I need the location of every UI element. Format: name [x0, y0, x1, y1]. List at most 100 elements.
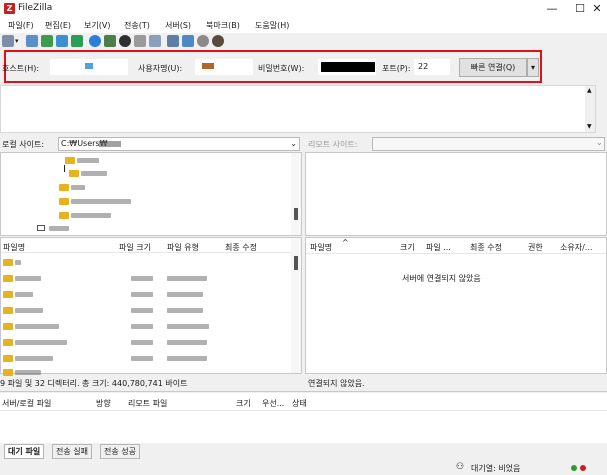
tab-failed-transfers[interactable]: 전송 실패 — [52, 444, 92, 459]
quickconnect-dropdown-button[interactable]: ▾ — [527, 58, 539, 77]
table-row[interactable] — [15, 260, 21, 265]
col-modified[interactable]: 최종 수정 — [470, 242, 502, 253]
filezilla-logo-icon: Z — [4, 3, 15, 14]
col-remote-file[interactable]: 리모트 파일 — [128, 398, 167, 409]
reconnect-icon[interactable] — [149, 35, 161, 47]
menu-server[interactable]: 서버(S) — [165, 20, 191, 31]
col-priority[interactable]: 우선... — [262, 398, 284, 409]
folder-icon — [3, 323, 13, 330]
table-row-cell — [167, 308, 203, 313]
menu-bookmarks[interactable]: 북마크(B) — [206, 20, 240, 31]
table-row[interactable] — [15, 356, 53, 361]
col-size[interactable]: 크기 — [400, 242, 415, 253]
scroll-down-arrow-icon[interactable]: ▼ — [587, 123, 592, 130]
tree-item-label[interactable] — [77, 158, 99, 163]
directory-filter-icon[interactable] — [167, 35, 179, 47]
menu-edit[interactable]: 편집(E) — [45, 20, 71, 31]
toggle-local-tree-icon[interactable] — [41, 35, 53, 47]
col-size[interactable]: 크기 — [236, 398, 251, 409]
folder-icon — [69, 170, 79, 177]
host-label: 호스트(H): — [2, 64, 40, 73]
local-site-path-input[interactable]: C:₩Users₩ ⌄ — [58, 137, 300, 151]
refresh-icon[interactable] — [89, 35, 101, 47]
table-row-cell — [167, 324, 209, 329]
local-path-dropdown-icon[interactable]: ⌄ — [290, 138, 297, 150]
window-title: FileZilla — [18, 3, 53, 13]
host-input[interactable] — [50, 59, 128, 75]
folder-icon — [3, 291, 13, 298]
sync-browsing-icon[interactable] — [197, 35, 209, 47]
table-row-cell — [131, 308, 153, 313]
disconnect-icon[interactable] — [134, 35, 146, 47]
col-filetype[interactable]: 파일 ... — [426, 242, 451, 253]
remote-site-path-input[interactable] — [372, 137, 605, 151]
table-row[interactable] — [15, 324, 59, 329]
local-status-text: 9 파일 및 32 디렉터리. 총 크기: 440,780,741 바이트 — [0, 379, 188, 388]
username-input[interactable] — [195, 59, 253, 75]
local-directory-tree: I — [0, 152, 302, 236]
toggle-remote-tree-icon[interactable] — [56, 35, 68, 47]
menu-file[interactable]: 파일(F) — [8, 20, 34, 31]
tab-queued-files[interactable]: 대기 파일 — [4, 444, 45, 459]
tab-successful-transfers[interactable]: 전송 성공 — [100, 444, 140, 459]
port-input[interactable]: 22 — [414, 59, 450, 75]
remote-status-text: 연결되지 않았음. — [308, 379, 365, 388]
tree-item-label[interactable] — [49, 226, 69, 231]
menu-help[interactable]: 도움말(H) — [255, 20, 289, 31]
message-log-scrollbar[interactable]: ▲ ▼ — [585, 86, 595, 132]
scroll-thumb[interactable] — [294, 208, 298, 220]
table-row[interactable] — [15, 276, 41, 281]
toggle-message-log-icon[interactable] — [26, 35, 38, 47]
scroll-thumb[interactable] — [294, 256, 298, 270]
table-row[interactable] — [15, 292, 33, 297]
text-cursor-icon: I — [63, 164, 66, 175]
quickconnect-button[interactable]: 빠른 연결(Q) — [459, 58, 527, 77]
toolbar: ▾ — [0, 33, 607, 51]
not-connected-message: 서버에 연결되지 않았음 — [402, 274, 481, 283]
divider — [0, 391, 607, 392]
password-input[interactable] — [318, 59, 376, 75]
table-row-cell — [131, 324, 153, 329]
toggle-queue-icon[interactable] — [71, 35, 83, 47]
local-list-scrollbar[interactable] — [291, 238, 301, 373]
folder-icon — [59, 198, 69, 205]
tree-item-label[interactable] — [71, 185, 85, 190]
col-filename[interactable]: 파일명 — [310, 242, 332, 253]
tree-item-label[interactable] — [71, 199, 131, 204]
local-path-redaction — [99, 141, 121, 147]
col-permissions[interactable]: 권한 — [528, 242, 543, 253]
site-manager-dropdown-icon[interactable]: ▾ — [15, 37, 19, 45]
menu-view[interactable]: 보기(V) — [84, 20, 110, 31]
search-icon[interactable] — [212, 35, 224, 47]
folder-icon — [3, 355, 13, 362]
folder-icon — [59, 184, 69, 191]
col-server-local-file[interactable]: 서버/로컬 파일 — [2, 398, 51, 409]
table-row[interactable] — [15, 308, 43, 313]
local-tree-scrollbar[interactable] — [291, 153, 301, 235]
local-site-label: 로컬 사이트: — [2, 140, 45, 149]
table-row-cell — [167, 356, 207, 361]
process-queue-icon[interactable] — [104, 35, 116, 47]
close-button[interactable]: ✕ — [582, 0, 607, 18]
table-row-cell — [167, 292, 203, 297]
menu-transfer[interactable]: 전송(T) — [124, 20, 150, 31]
folder-icon — [3, 339, 13, 346]
col-status[interactable]: 상태 — [292, 398, 307, 409]
site-manager-icon[interactable] — [2, 35, 14, 47]
directory-compare-icon[interactable] — [182, 35, 194, 47]
sort-ascending-icon: ^ — [342, 238, 349, 247]
table-row[interactable] — [15, 370, 41, 375]
minimize-button[interactable]: — — [537, 0, 567, 18]
col-direction[interactable]: 방향 — [96, 398, 111, 409]
scroll-up-arrow-icon[interactable]: ▲ — [587, 87, 592, 94]
col-owner[interactable]: 소유자/... — [560, 242, 592, 253]
transfer-queue: 서버/로컬 파일 방향 리모트 파일 크기 우선... 상태 — [0, 393, 607, 443]
tree-item-label[interactable] — [71, 213, 111, 218]
table-row-cell — [131, 340, 153, 345]
title-bar: Z FileZilla — ☐ ✕ — [0, 0, 607, 18]
table-row-cell — [131, 276, 153, 281]
cancel-icon[interactable] — [119, 35, 131, 47]
tree-item-label[interactable] — [81, 171, 107, 176]
remote-path-dropdown-icon[interactable]: ⌄ — [596, 138, 603, 147]
table-row[interactable] — [15, 340, 67, 345]
